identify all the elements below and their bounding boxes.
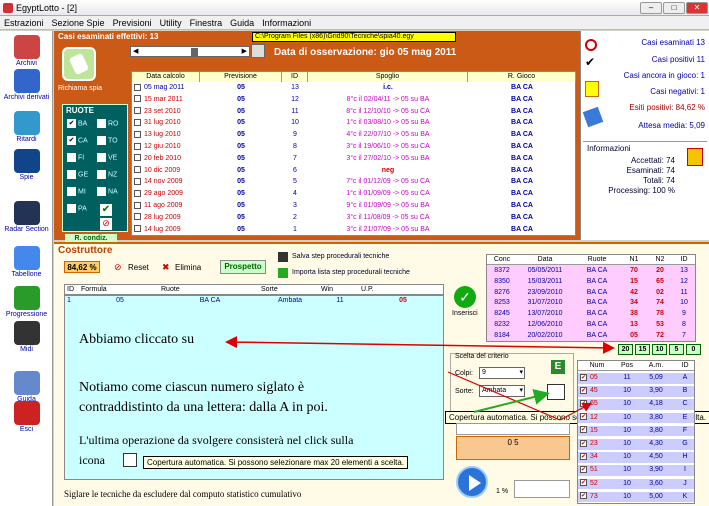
red-arrow-line-2 xyxy=(447,371,561,421)
annotation-arrows xyxy=(225,336,615,421)
red-arrow-line xyxy=(225,336,615,354)
red-arrow-line-3 xyxy=(559,402,593,421)
